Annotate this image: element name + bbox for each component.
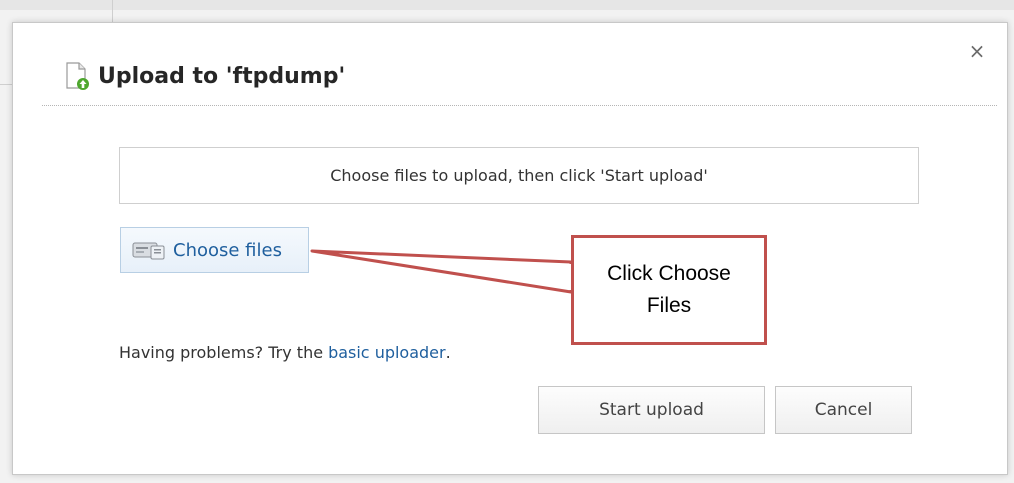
problem-text: Having problems? Try the basic uploader … xyxy=(119,340,451,364)
problem-suffix: . xyxy=(445,342,451,362)
instruction-text: Choose files to upload, then click 'Star… xyxy=(330,166,708,185)
callout-text: Click Choose Files xyxy=(607,262,731,317)
problem-prefix: Having problems? Try the xyxy=(119,342,324,362)
background-line xyxy=(0,84,12,85)
upload-document-icon xyxy=(64,61,92,91)
close-icon[interactable]: × xyxy=(966,40,988,62)
choose-files-button[interactable]: Choose files xyxy=(120,227,309,273)
callout-box: Click Choose Files xyxy=(571,235,767,345)
instruction-box: Choose files to upload, then click 'Star… xyxy=(119,147,919,204)
start-upload-button[interactable]: Start upload xyxy=(538,386,765,434)
basic-uploader-link[interactable]: basic uploader xyxy=(328,343,446,362)
dialog-title: Upload to 'ftpdump' xyxy=(98,63,346,89)
dialog-title-row: Upload to 'ftpdump' xyxy=(64,58,345,94)
cancel-button[interactable]: Cancel xyxy=(775,386,912,434)
choose-files-label: Choose files xyxy=(173,239,282,261)
background-toolbar xyxy=(0,0,1014,10)
file-drive-icon xyxy=(131,239,167,261)
title-separator xyxy=(42,105,997,106)
